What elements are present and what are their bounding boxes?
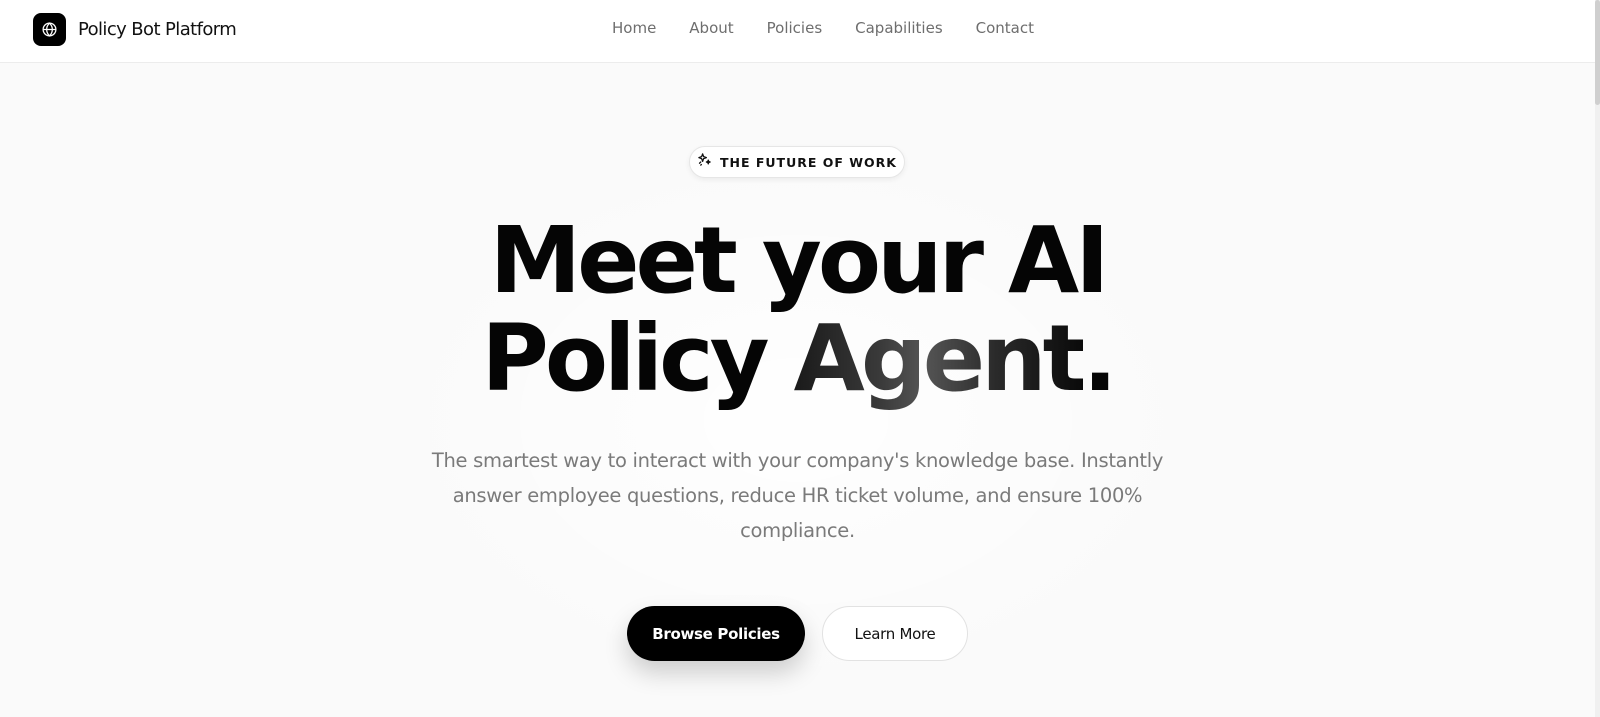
top-navbar: Policy Bot Platform Home About Policies … [0,0,1595,63]
hero-badge: THE FUTURE OF WORK [689,146,905,178]
brand-name: Policy Bot Platform [78,19,237,40]
learn-more-button[interactable]: Learn More [822,606,968,661]
nav-link-policies[interactable]: Policies [767,19,822,37]
headline-line-2-end: . [1082,305,1118,412]
scrollbar-thumb[interactable] [1595,0,1600,105]
headline-accent-word: Agent [793,305,1087,412]
hero-subtitle: The smartest way to interact with your c… [431,449,1164,542]
nav-link-capabilities[interactable]: Capabilities [855,19,943,37]
browse-policies-button[interactable]: Browse Policies [627,606,805,661]
hero-badge-text: THE FUTURE OF WORK [719,154,897,170]
nav-link-home[interactable]: Home [612,19,656,37]
brand[interactable]: Policy Bot Platform [33,13,237,46]
globe-icon [33,13,66,46]
page-scrollbar[interactable] [1595,0,1600,717]
nav-link-about[interactable]: About [689,19,733,37]
main-nav: Home About Policies Capabilities Contact [612,19,1067,37]
headline-line-2-start: Policy [481,305,794,412]
hero-headline: Meet your AI Policy Agent. [0,212,1595,408]
sparkles-icon [697,152,712,172]
nav-link-contact[interactable]: Contact [976,19,1034,37]
headline-line-1: Meet your AI [489,207,1110,314]
